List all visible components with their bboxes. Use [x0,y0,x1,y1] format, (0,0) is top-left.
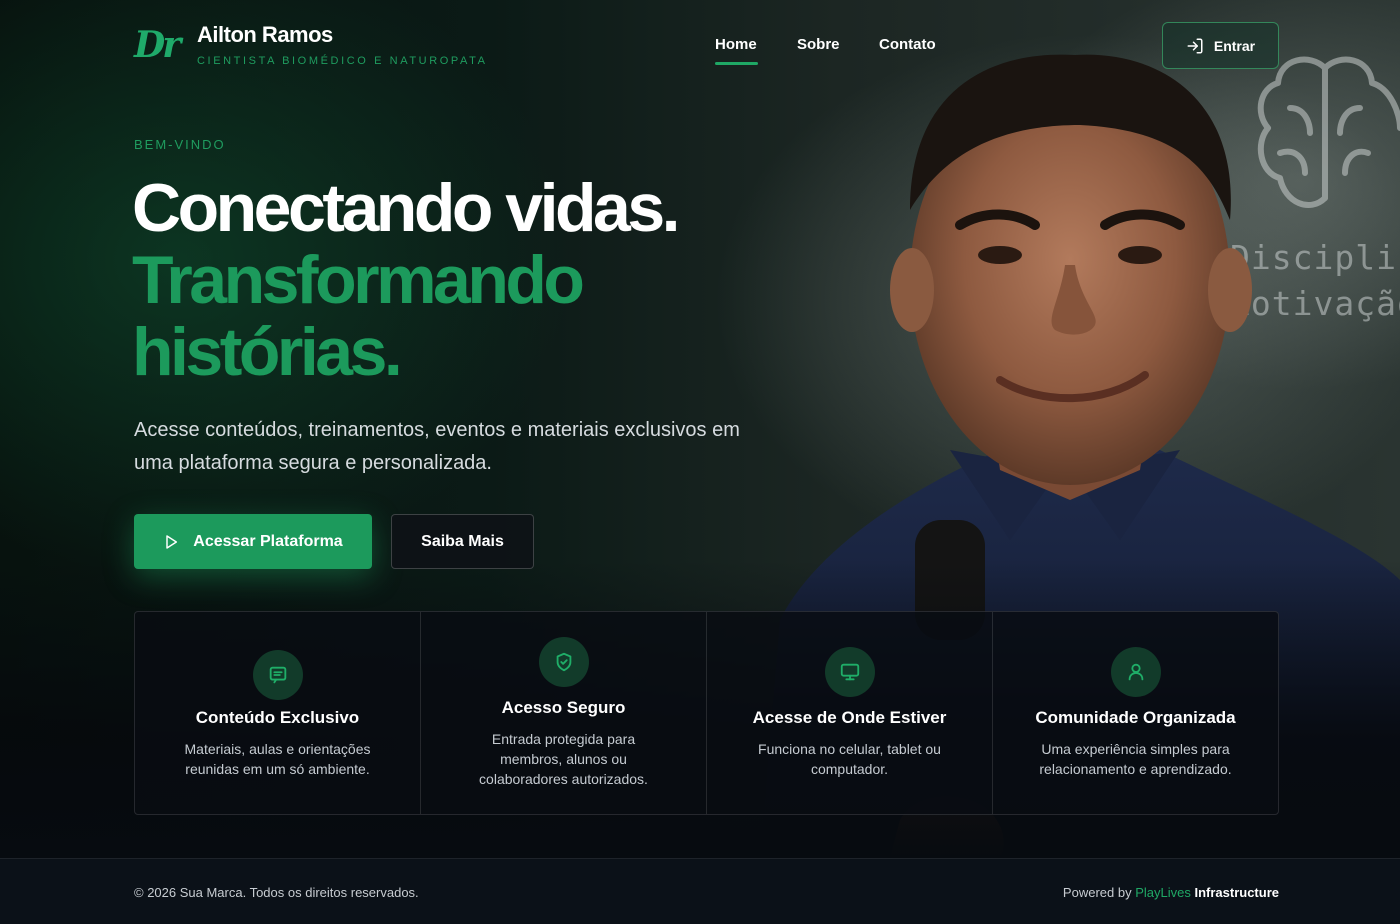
login-button-label: Entrar [1213,37,1256,54]
feature-description: Funciona no celular, tablet ou computado… [758,741,941,777]
feature-card-community: Comunidade Organizada Uma experiência si… [993,612,1278,814]
feature-card-anywhere-access: Acesse de Onde Estiver Funciona no celul… [707,612,993,814]
hero-eyebrow: BEM-VINDO [134,137,226,152]
access-platform-label: Acessar Plataforma [193,532,343,550]
powered-by-brand-link[interactable]: PlayLives [1135,885,1191,900]
log-in-icon [1187,38,1203,53]
monitor-icon [824,647,875,697]
feature-title: Acesso Seguro [501,698,626,717]
hero-headline-line-2: Transformando [132,242,585,318]
feature-description: Entrada protegida para membros, alunos o… [479,731,648,787]
features-grid: Conteúdo Exclusivo Materiais, aulas e or… [134,611,1279,815]
feature-title: Comunidade Organizada [1035,708,1236,727]
feature-description: Uma experiência simples para relacioname… [1039,741,1232,777]
login-button[interactable]: Entrar [1162,22,1279,69]
nav-sobre-link[interactable]: Sobre [797,36,840,53]
powered-by-suffix: Infrastructure [1194,885,1279,900]
hero-headline-line-1: Conectando vidas. [132,170,681,246]
feature-card-exclusive-content: Conteúdo Exclusivo Materiais, aulas e or… [135,612,421,814]
message-square-icon [252,650,303,700]
hero-headline-line-3: histórias. [132,314,403,390]
nav-contato-link[interactable]: Contato [879,36,936,53]
brand-subtitle: CIENTISTA BIOMÉDICO E NATUROPATA [197,55,488,67]
feature-title: Acesse de Onde Estiver [752,708,947,727]
play-icon [166,534,178,549]
user-icon [1110,647,1161,697]
footer-copyright: © 2026 Sua Marca. Todos os direitos rese… [134,885,419,900]
feature-description: Materiais, aulas e orientações reunidas … [184,741,371,777]
powered-by-prefix: Powered by [1062,885,1132,900]
shield-check-icon [538,637,589,687]
brand-name[interactable]: Ailton Ramos [197,22,333,48]
access-platform-button[interactable]: Acessar Plataforma [134,514,372,569]
footer-powered-by: Powered by PlayLives Infrastructure [1063,885,1279,900]
learn-more-button[interactable]: Saiba Mais [391,514,534,569]
hero-lead-text: Acesse conteúdos, treinamentos, eventos … [134,419,740,474]
feature-card-secure-access: Acesso Seguro Entrada protegida para mem… [421,612,707,814]
site-footer: © 2026 Sua Marca. Todos os direitos rese… [0,858,1400,924]
nav-home-link[interactable]: Home [715,36,757,53]
brand-logo[interactable]: Dr [134,24,181,66]
nav-active-indicator [715,62,758,65]
feature-title: Conteúdo Exclusivo [195,708,360,727]
